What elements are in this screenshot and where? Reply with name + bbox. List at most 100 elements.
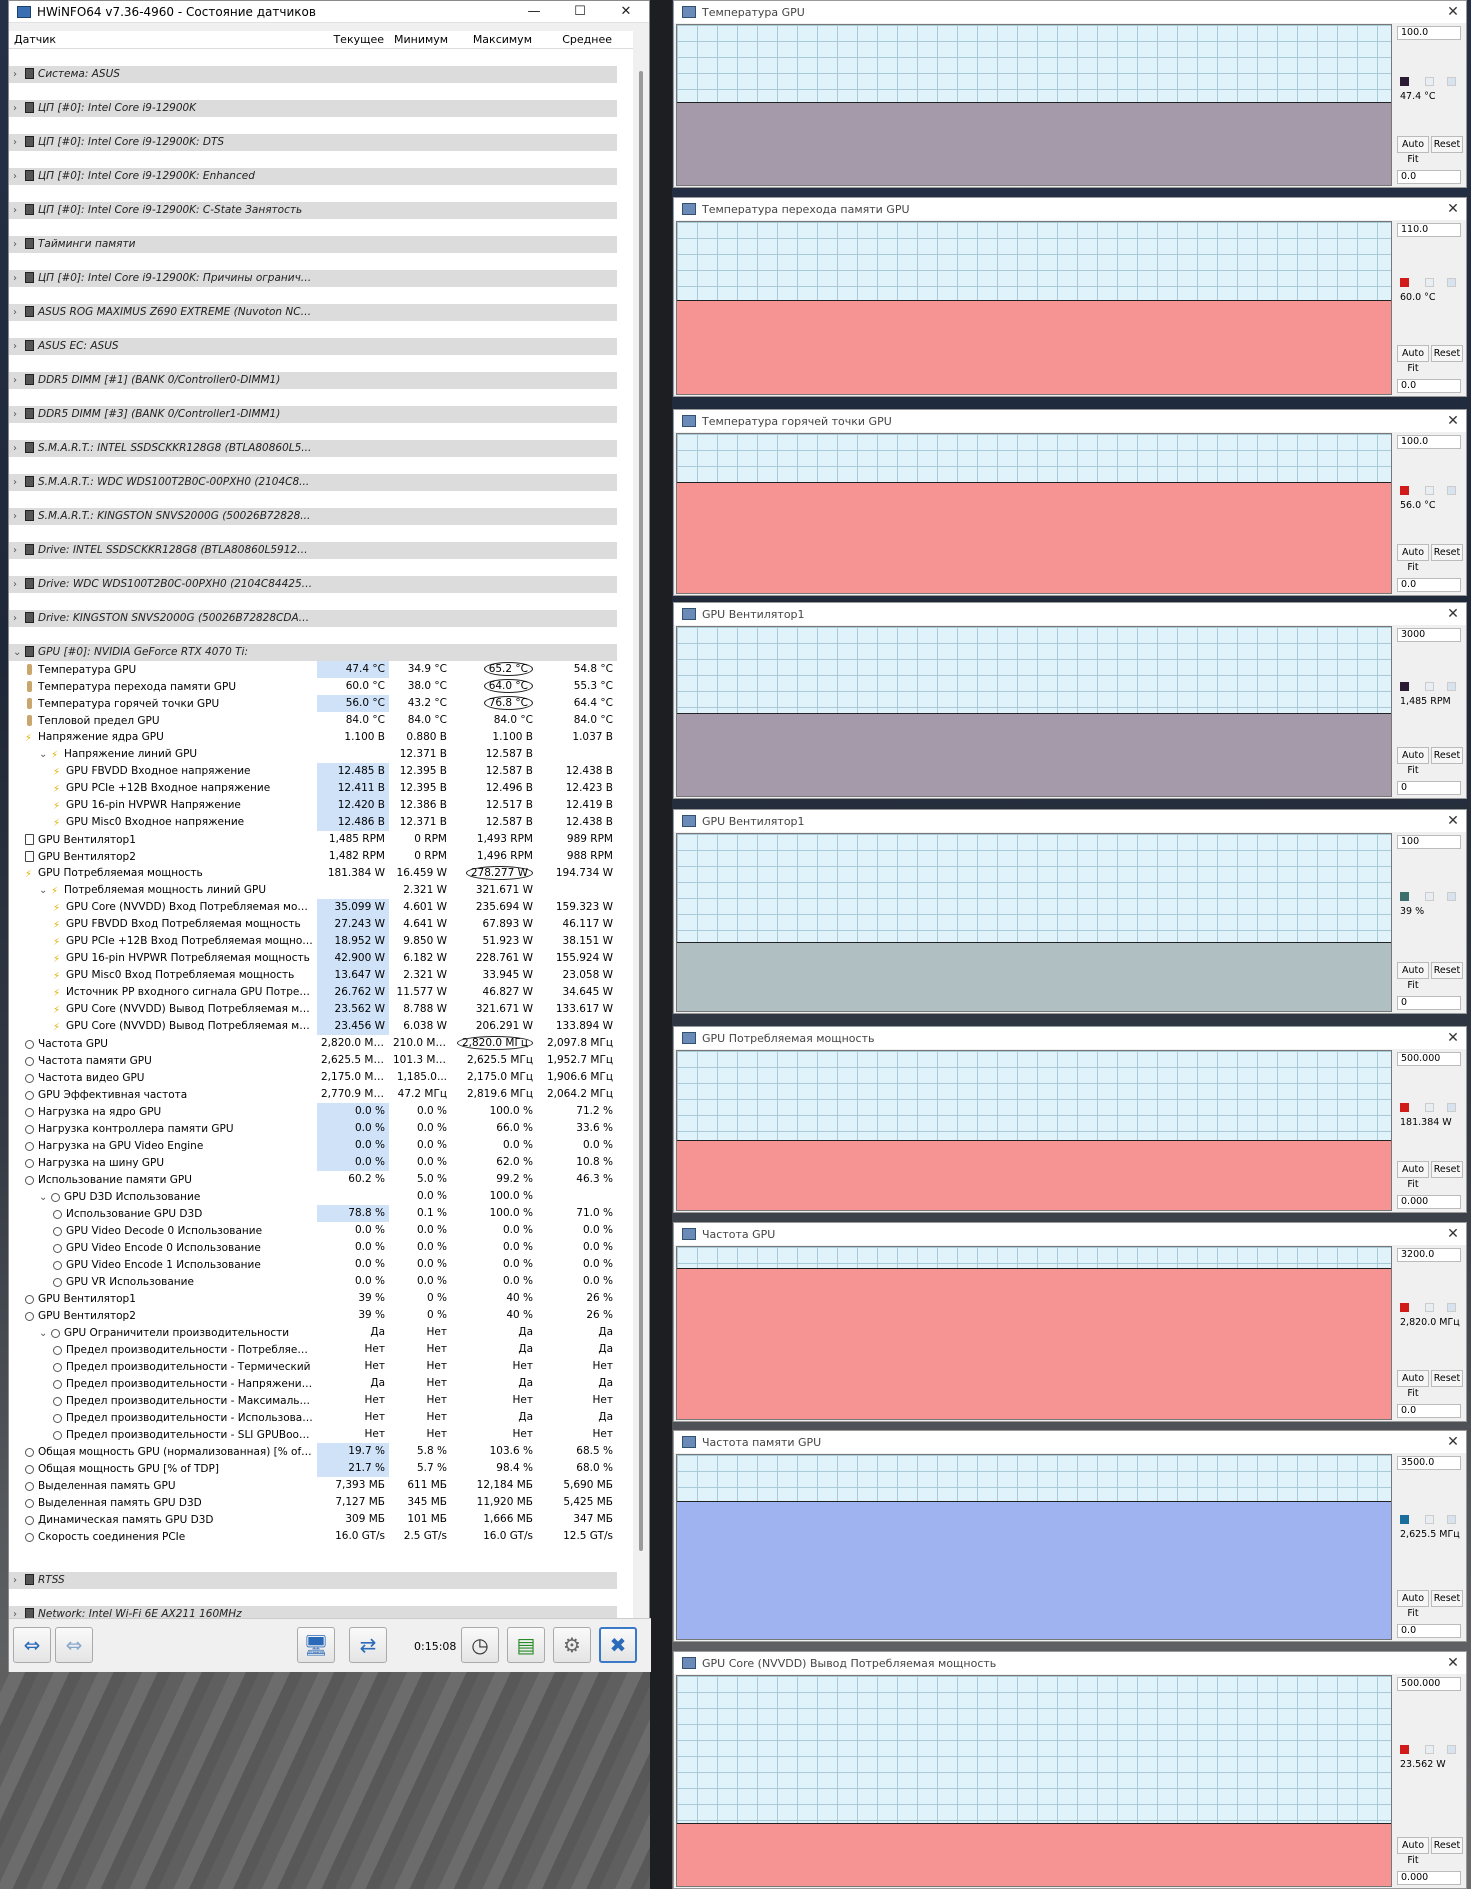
sensor-row[interactable]: GPU Misc0 Входное напряжение 12.486 В 12.3… xyxy=(9,814,633,831)
graph-max-field[interactable]: 110.0 xyxy=(1397,223,1461,237)
graph-color-swatch-3[interactable] xyxy=(1447,1745,1456,1754)
sensor-row[interactable]: GPU FBVDD Входное напряжение 12.485 В 12.3… xyxy=(9,763,633,780)
graph-color-swatch-3[interactable] xyxy=(1447,77,1456,86)
col-avg[interactable]: Среднее xyxy=(537,33,617,46)
graph-color-swatch-3[interactable] xyxy=(1447,892,1456,901)
sensor-row[interactable]: Температура GPU 47.4 °C 34.9 °C 65.2 °C 54.8… xyxy=(9,661,633,678)
col-current[interactable]: Текущее xyxy=(317,33,389,46)
group-row[interactable]: › ЦП [#0]: Intel Core i9-12900K: Enhanced xyxy=(9,151,633,185)
graph-color-swatch-3[interactable] xyxy=(1447,682,1456,691)
group-row[interactable]: ⌄ GPU [#0]: NVIDIA GeForce RTX 4070 Ti: xyxy=(9,627,633,661)
sensor-row[interactable]: Нагрузка на ядро GPU 0.0 % 0.0 % 100.0 % 71.… xyxy=(9,1103,633,1120)
graph-color-swatch-2[interactable] xyxy=(1425,77,1434,86)
graph-color-swatch-3[interactable] xyxy=(1447,278,1456,287)
graph-min-field[interactable]: 0.000 xyxy=(1397,1195,1461,1209)
group-row[interactable]: › DDR5 DIMM [#1] (BANK 0/Controller0-DIMM… xyxy=(9,355,633,389)
sensor-row[interactable]: GPU Вентилятор1 39 % 0 % 40 % 26 % xyxy=(9,1290,633,1307)
expand-chevron-icon[interactable]: › xyxy=(13,1572,25,1589)
expand-chevron-icon[interactable]: › xyxy=(13,304,25,321)
graph-max-field[interactable]: 500.000 xyxy=(1397,1052,1461,1066)
expand-chevron-icon[interactable]: › xyxy=(13,542,25,559)
auto-fit-button[interactable]: Auto Fit xyxy=(1397,136,1429,165)
nav-arrows-icon[interactable]: ⇔ xyxy=(13,1627,51,1663)
sensor-row[interactable]: GPU Core (NVVDD) Вывод Потребляемая мощн… xyxy=(9,1018,633,1035)
sensor-row[interactable]: GPU Вентилятор1 1,485 RPM 0 RPM 1,493 RPM 98… xyxy=(9,831,633,848)
group-row[interactable]: › ЦП [#0]: Intel Core i9-12900K xyxy=(9,83,633,117)
collapse-chevron-icon[interactable]: ⌄ xyxy=(39,1192,51,1203)
close-x-icon[interactable]: ✖ xyxy=(599,1627,637,1663)
sensor-row[interactable]: GPU PCIe +12В Вход Потребляемая мощность… xyxy=(9,933,633,950)
sensor-row[interactable]: Выделенная память GPU 7,393 МБ 611 МБ 12,18… xyxy=(9,1477,633,1494)
sensor-row[interactable]: Нагрузка контроллера памяти GPU 0.0 % 0.0 … xyxy=(9,1120,633,1137)
group-row[interactable]: › Система: ASUS xyxy=(9,49,633,83)
group-row[interactable]: › Тайминги памяти xyxy=(9,219,633,253)
graph-color-swatch[interactable] xyxy=(1400,1745,1409,1754)
graph-color-swatch-3[interactable] xyxy=(1447,1303,1456,1312)
graph-close-button[interactable]: ✕ xyxy=(1440,1030,1466,1046)
graph-max-field[interactable]: 100.0 xyxy=(1397,435,1461,449)
sensor-row[interactable]: GPU Вентилятор2 1,482 RPM 0 RPM 1,496 RPM 98… xyxy=(9,848,633,865)
graph-min-field[interactable]: 0.0 xyxy=(1397,1404,1461,1418)
group-row[interactable]: › ASUS ROG MAXIMUS Z690 EXTREME (Nuvoton … xyxy=(9,287,633,321)
expand-chevron-icon[interactable]: › xyxy=(13,610,25,627)
reset-button[interactable]: Reset xyxy=(1431,1161,1463,1178)
sensor-row[interactable]: ⌄ GPU Ограничители производительности Да Не… xyxy=(9,1324,633,1341)
graph-color-swatch-2[interactable] xyxy=(1425,1103,1434,1112)
group-row[interactable]: › ЦП [#0]: Intel Core i9-12900K: DTS xyxy=(9,117,633,151)
sensor-row[interactable]: Предел производительности - Термический Н… xyxy=(9,1358,633,1375)
sensor-row[interactable]: GPU Вентилятор2 39 % 0 % 40 % 26 % xyxy=(9,1307,633,1324)
graph-max-field[interactable]: 3200.0 xyxy=(1397,1248,1461,1262)
graph-max-field[interactable]: 100 xyxy=(1397,835,1461,849)
graph-color-swatch-2[interactable] xyxy=(1425,1515,1434,1524)
col-min[interactable]: Минимум xyxy=(389,33,451,46)
vertical-scrollbar[interactable] xyxy=(633,31,649,1631)
auto-fit-button[interactable]: Auto Fit xyxy=(1397,1370,1429,1399)
sensor-row[interactable]: GPU Core (NVVDD) Вход Потребляемая мощно… xyxy=(9,899,633,916)
group-row[interactable]: › S.M.A.R.T.: KINGSTON SNVS2000G (50026B7… xyxy=(9,491,633,525)
group-row[interactable]: › ЦП [#0]: Intel Core i9-12900K: C-State … xyxy=(9,185,633,219)
sensor-row[interactable]: Температура перехода памяти GPU 60.0 °C 38… xyxy=(9,678,633,695)
sensor-row[interactable]: GPU Video Encode 0 Использование 0.0 % 0.0… xyxy=(9,1239,633,1256)
group-row[interactable]: › Drive: INTEL SSDSCKKR128G8 (BTLA80860L5… xyxy=(9,525,633,559)
graph-color-swatch-2[interactable] xyxy=(1425,682,1434,691)
expand-chevron-icon[interactable]: › xyxy=(13,576,25,593)
graph-close-button[interactable]: ✕ xyxy=(1440,813,1466,829)
auto-fit-button[interactable]: Auto Fit xyxy=(1397,962,1429,991)
expand-chevron-icon[interactable]: › xyxy=(13,134,25,151)
graph-color-swatch-3[interactable] xyxy=(1447,1515,1456,1524)
expand-chevron-icon[interactable]: › xyxy=(13,372,25,389)
group-row[interactable]: › ЦП [#0]: Intel Core i9-12900K: Причины … xyxy=(9,253,633,287)
graph-color-swatch[interactable] xyxy=(1400,1103,1409,1112)
log-file-icon[interactable]: ▤ xyxy=(507,1627,545,1663)
sensor-row[interactable]: GPU Video Encode 1 Использование 0.0 % 0.0… xyxy=(9,1256,633,1273)
graph-max-field[interactable]: 100.0 xyxy=(1397,26,1461,40)
sensor-row[interactable]: Нагрузка на шину GPU 0.0 % 0.0 % 62.0 % 10.8… xyxy=(9,1154,633,1171)
sensor-row[interactable]: GPU Video Decode 0 Использование 0.0 % 0.0… xyxy=(9,1222,633,1239)
group-row[interactable]: › Drive: WDC WDS100T2B0C-00PXH0 (2104C844… xyxy=(9,559,633,593)
sensor-row[interactable]: GPU Misc0 Вход Потребляемая мощность 13.6… xyxy=(9,967,633,984)
graph-color-swatch[interactable] xyxy=(1400,278,1409,287)
expand-chevron-icon[interactable]: › xyxy=(13,236,25,253)
expand-chevron-icon[interactable]: › xyxy=(13,406,25,423)
graph-max-field[interactable]: 3500.0 xyxy=(1397,1456,1461,1470)
graph-color-swatch-2[interactable] xyxy=(1425,1745,1434,1754)
graph-color-swatch-3[interactable] xyxy=(1447,486,1456,495)
sensor-row[interactable]: ⌄ Напряжение линий GPU 12.371 В 12.587 В xyxy=(9,746,633,763)
sensor-row[interactable]: ⌄ Потребляемая мощность линий GPU 2.321 W 3… xyxy=(9,882,633,899)
graph-close-button[interactable]: ✕ xyxy=(1440,606,1466,622)
sensor-row[interactable]: Температура горячей точки GPU 56.0 °C 43.2… xyxy=(9,695,633,712)
graph-min-field[interactable]: 0.0 xyxy=(1397,578,1461,592)
sensor-row[interactable]: Выделенная память GPU D3D 7,127 МБ 345 МБ 1… xyxy=(9,1494,633,1511)
group-row[interactable]: › S.M.A.R.T.: INTEL SSDSCKKR128G8 (BTLA80… xyxy=(9,423,633,457)
sensor-row[interactable]: Использование GPU D3D 78.8 % 0.1 % 100.0 % 7… xyxy=(9,1205,633,1222)
sensor-row[interactable]: Предел производительности - Потребляемая… xyxy=(9,1341,633,1358)
nav-arrows-alt-icon[interactable]: ⇔ xyxy=(55,1627,93,1663)
group-row[interactable]: › Drive: KINGSTON SNVS2000G (50026B72828C… xyxy=(9,593,633,627)
reset-button[interactable]: Reset xyxy=(1431,1590,1463,1607)
graph-min-field[interactable]: 0 xyxy=(1397,781,1461,795)
sensor-row[interactable]: GPU 16-pin HVPWR Напряжение 12.420 В 12.38… xyxy=(9,797,633,814)
graph-color-swatch[interactable] xyxy=(1400,486,1409,495)
expand-chevron-icon[interactable]: › xyxy=(13,100,25,117)
graph-close-button[interactable]: ✕ xyxy=(1440,413,1466,429)
graph-close-button[interactable]: ✕ xyxy=(1440,1434,1466,1450)
